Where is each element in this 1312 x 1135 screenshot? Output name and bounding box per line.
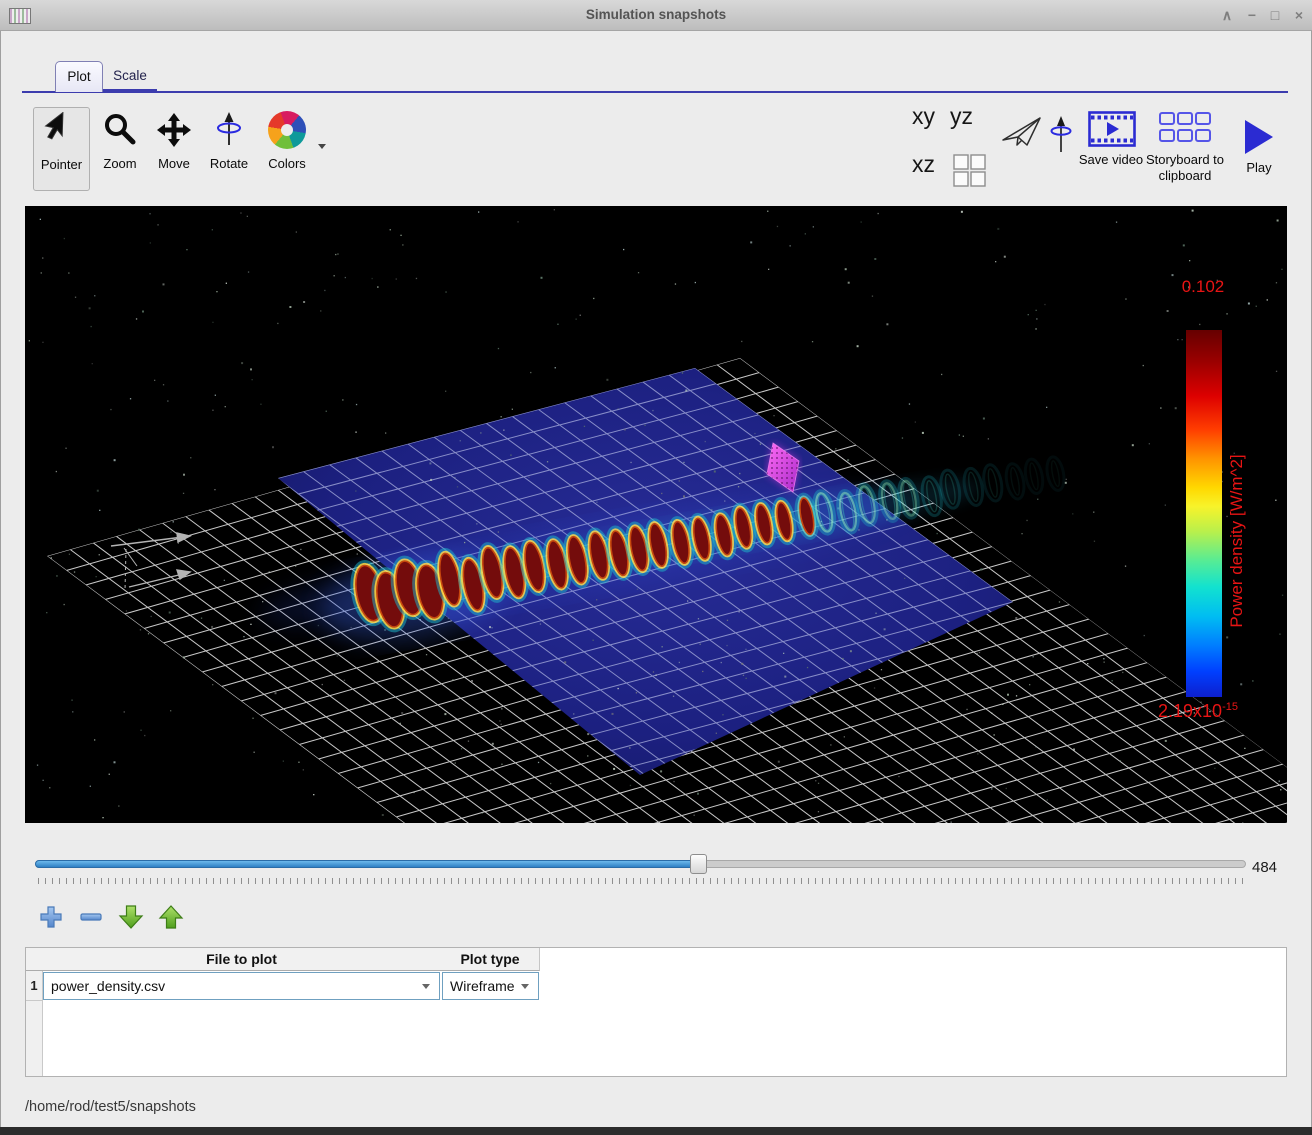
- row-index[interactable]: 1: [26, 971, 43, 1001]
- colorbar-min-exponent: -15: [1222, 701, 1238, 713]
- move-row-up-button[interactable]: [158, 904, 184, 930]
- maximize-button[interactable]: □: [1264, 4, 1286, 26]
- window-bottom-edge: [0, 1127, 1312, 1135]
- plot3d-scene: [25, 206, 1287, 823]
- colorbar: [1186, 330, 1222, 697]
- colors-tool-label: Colors: [260, 156, 314, 171]
- chevron-down-icon: [422, 984, 430, 989]
- move-row-down-button[interactable]: [118, 904, 144, 930]
- minus-icon: [81, 914, 101, 920]
- remove-row-button[interactable]: [78, 904, 104, 930]
- app-window: Simulation snapshots ∧ − □ × Plot Scale: [0, 0, 1312, 1135]
- plot-type-combobox[interactable]: Wireframe: [442, 972, 539, 1000]
- tab-plot[interactable]: Plot: [55, 61, 103, 92]
- green-arrow-up-icon: [160, 906, 182, 928]
- green-arrow-down-icon: [120, 906, 142, 928]
- cursor-arrow-icon: [34, 108, 89, 154]
- view-xy-button[interactable]: xy: [912, 103, 935, 130]
- filmstrip-play-icon[interactable]: [1088, 111, 1136, 147]
- column-header-plot-type[interactable]: Plot type: [441, 948, 540, 971]
- close-button[interactable]: ×: [1288, 4, 1310, 26]
- magnifier-icon: [96, 107, 144, 153]
- colorbar-axis-label: Power density [W/m^2]: [1227, 391, 1247, 691]
- shade-button[interactable]: ∧: [1216, 4, 1238, 26]
- column-header-file[interactable]: File to plot: [42, 948, 442, 971]
- table-corner-cell: [26, 948, 43, 971]
- paper-plane-icon[interactable]: [1001, 114, 1043, 154]
- color-wheel-icon: [260, 107, 314, 153]
- axis-rotate-small-icon[interactable]: [1047, 114, 1075, 158]
- pointer-tool-button[interactable]: Pointer: [33, 107, 90, 191]
- status-path: /home/rod/test5/snapshots: [25, 1099, 196, 1115]
- colorbar-min-mantissa: 2.19x10: [1158, 701, 1222, 721]
- frames-grid-icon[interactable]: [1159, 112, 1211, 146]
- four-way-arrows-icon: [150, 107, 198, 153]
- colors-dropdown-caret[interactable]: [318, 144, 326, 149]
- axis-rotate-icon: [203, 107, 255, 153]
- zoom-tool-label: Zoom: [96, 156, 144, 171]
- zoom-tool-button[interactable]: Zoom: [96, 107, 144, 189]
- pointer-tool-label: Pointer: [34, 157, 89, 172]
- snapshot-slider-value: 484: [1252, 859, 1277, 876]
- colorbar-max-label: 0.102: [1163, 277, 1243, 297]
- file-to-plot-combobox[interactable]: power_density.csv: [43, 972, 440, 1000]
- plot3d-canvas[interactable]: 0.102 2.19x10-15 Power density [W/m^2]: [25, 206, 1287, 823]
- view-xz-button[interactable]: xz: [912, 151, 935, 178]
- quad-view-grid-icon[interactable]: [953, 154, 987, 188]
- move-tool-label: Move: [150, 156, 198, 171]
- colorbar-min-label: 2.19x10-15: [1158, 701, 1293, 722]
- save-video-label[interactable]: Save video: [1078, 152, 1144, 168]
- tab-scale[interactable]: Scale: [103, 61, 157, 91]
- snapshot-slider-ticks: [38, 878, 1246, 884]
- titlebar[interactable]: Simulation snapshots ∧ − □ ×: [0, 0, 1312, 31]
- storyboard-label[interactable]: Storyboard to clipboard: [1136, 152, 1234, 184]
- file-to-plot-value: power_density.csv: [51, 978, 165, 994]
- snapshot-slider-handle[interactable]: [690, 854, 707, 874]
- view-yz-button[interactable]: yz: [950, 103, 973, 130]
- colors-tool-button[interactable]: Colors: [260, 107, 314, 189]
- add-row-button[interactable]: [38, 904, 64, 930]
- files-table: File to plot Plot type 1 power_density.c…: [25, 947, 1287, 1077]
- tabbar-underline: [22, 91, 1288, 93]
- minimize-button[interactable]: −: [1241, 4, 1263, 26]
- chevron-down-icon: [521, 984, 529, 989]
- tabbar-underline-segment: [100, 89, 157, 93]
- play-triangle-icon[interactable]: [1242, 118, 1276, 156]
- window-title: Simulation snapshots: [0, 7, 1312, 22]
- rotate-tool-label: Rotate: [203, 156, 255, 171]
- rotate-tool-button[interactable]: Rotate: [203, 107, 255, 189]
- play-label[interactable]: Play: [1238, 160, 1280, 176]
- move-tool-button[interactable]: Move: [150, 107, 198, 189]
- plot-type-value: Wireframe: [450, 978, 515, 994]
- snapshot-slider-fill: [35, 860, 698, 868]
- plus-icon: [41, 907, 61, 927]
